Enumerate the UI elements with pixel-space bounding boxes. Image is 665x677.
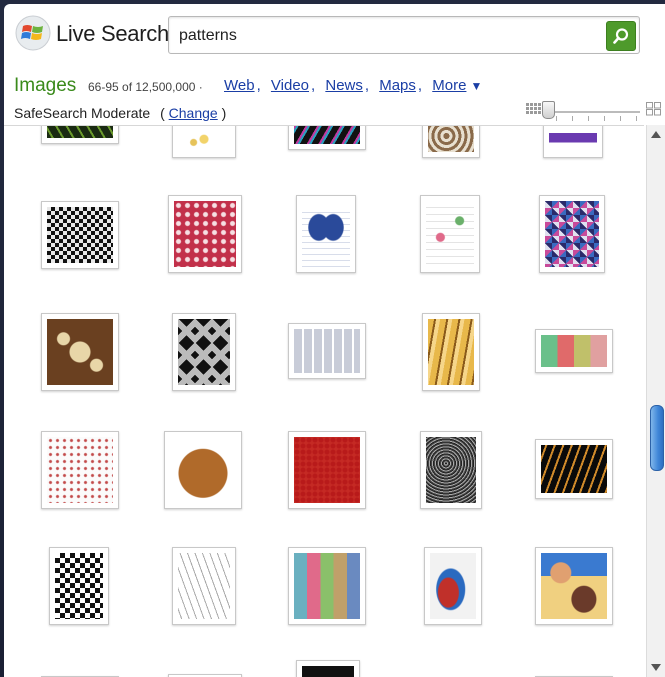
safesearch-status: SafeSearch Moderate ( Change ): [14, 105, 226, 121]
chevron-down-icon[interactable]: ▼: [470, 79, 482, 93]
image-result-thumbnail[interactable]: [49, 547, 109, 625]
image-result-thumbnail[interactable]: [424, 547, 482, 625]
safesearch-label: SafeSearch Moderate: [14, 105, 151, 121]
nav-link-more[interactable]: More: [432, 77, 466, 94]
search-panel: Live Search Images 66-95 of 12,500,000 ·…: [4, 4, 665, 677]
nav-separator: ,: [311, 77, 316, 94]
image-result-thumbnail[interactable]: [422, 313, 480, 391]
image-result-thumbnail[interactable]: [535, 329, 613, 373]
image-results-grid: [4, 125, 644, 677]
scroll-down-arrow-icon[interactable]: [651, 664, 661, 671]
nav-separator: ,: [256, 77, 261, 94]
image-result-thumbnail[interactable]: [288, 547, 366, 625]
image-result-thumbnail[interactable]: [422, 126, 480, 158]
image-result-thumbnail[interactable]: [535, 439, 613, 499]
scroll-up-arrow-icon[interactable]: [651, 131, 661, 138]
image-result-thumbnail[interactable]: [296, 660, 360, 677]
slider-tick: [636, 116, 637, 121]
magnifier-icon: [613, 28, 629, 44]
image-result-thumbnail[interactable]: [288, 126, 366, 150]
image-result-thumbnail[interactable]: [168, 195, 242, 273]
nav-link-news[interactable]: News: [325, 77, 363, 94]
windows-flag-icon: [15, 15, 51, 51]
brand-name: Live Search: [56, 21, 169, 46]
image-result-thumbnail[interactable]: [543, 126, 603, 158]
search-input[interactable]: [177, 23, 601, 49]
image-result-thumbnail[interactable]: [172, 547, 236, 625]
slider-tick: [556, 116, 557, 121]
nav-separator: ,: [417, 77, 423, 94]
image-result-thumbnail[interactable]: [164, 431, 242, 509]
scrollbar-thumb[interactable]: [650, 405, 664, 471]
image-result-thumbnail[interactable]: [539, 195, 605, 273]
slider-tick: [588, 116, 589, 121]
image-result-thumbnail[interactable]: [420, 195, 480, 273]
paren-close: ): [221, 105, 227, 121]
search-button[interactable]: [606, 21, 636, 51]
nav-separator: ,: [364, 77, 370, 94]
image-result-thumbnail[interactable]: [172, 313, 236, 391]
image-result-thumbnail[interactable]: [41, 431, 119, 509]
image-result-thumbnail[interactable]: [288, 323, 366, 379]
nav-link-maps[interactable]: Maps: [379, 77, 416, 94]
image-result-thumbnail[interactable]: [296, 195, 356, 273]
image-result-thumbnail[interactable]: [41, 201, 119, 269]
image-result-thumbnail[interactable]: [41, 126, 119, 144]
large-thumbnails-icon[interactable]: [646, 102, 662, 116]
nav-link-web[interactable]: Web: [224, 77, 255, 94]
vertical-title: Images: [14, 75, 77, 96]
image-result-thumbnail[interactable]: [288, 431, 366, 509]
vertical-nav: Web, Video, News, Maps, More ▼: [224, 77, 482, 94]
image-result-thumbnail[interactable]: [172, 126, 236, 158]
window-frame: Live Search Images 66-95 of 12,500,000 ·…: [0, 0, 665, 677]
slider-tick: [620, 116, 621, 121]
image-result-thumbnail[interactable]: [41, 313, 119, 391]
size-slider-thumb[interactable]: [542, 101, 555, 119]
result-count: 66-95 of 12,500,000 ·: [88, 80, 203, 94]
nav-link-video[interactable]: Video: [271, 77, 309, 94]
slider-rail: [546, 111, 640, 113]
size-slider-track[interactable]: [546, 108, 640, 121]
results-scrollbar[interactable]: [646, 125, 665, 677]
slider-tick: [572, 116, 573, 121]
small-thumbnails-icon[interactable]: [526, 102, 542, 116]
image-result-thumbnail[interactable]: [535, 547, 613, 625]
search-box: [168, 16, 640, 54]
safesearch-change-link[interactable]: Change: [169, 105, 218, 121]
paren-open: (: [160, 105, 165, 121]
image-result-thumbnail[interactable]: [420, 431, 482, 509]
slider-tick: [604, 116, 605, 121]
